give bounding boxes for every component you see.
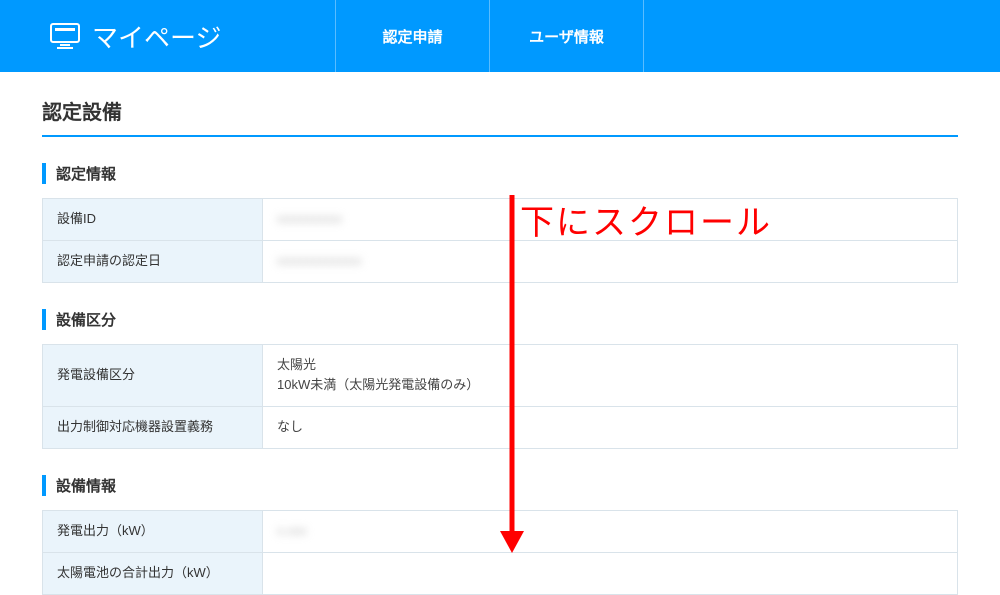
table-row: 出力制御対応機器設置義務 なし [43,407,958,449]
row-label: 設備ID [43,199,263,241]
cert-info-table: 設備ID xxxxxxxxxx 認定申請の認定日 xxxxxxxxxxxxx [42,198,958,283]
nav-label: ユーザ情報 [529,26,604,47]
page-title: 認定設備 [42,96,958,137]
row-label: 太陽電池の合計出力（kW） [43,552,263,594]
nav-cert-application[interactable]: 認定申請 [336,0,490,72]
brand: マイページ [0,0,336,72]
row-value: xxxxxxxxxxxxx [263,240,958,282]
row-value: xxxxxxxxxx [263,199,958,241]
row-label: 認定申請の認定日 [43,240,263,282]
table-row: 設備ID xxxxxxxxxx [43,199,958,241]
section-title: 設備情報 [42,475,958,496]
app-header: マイページ 認定申請 ユーザ情報 [0,0,1000,72]
nav-label: 認定申請 [382,26,442,47]
row-label: 発電出力（kW） [43,510,263,552]
section-cert-info: 認定情報 設備ID xxxxxxxxxx 認定申請の認定日 xxxxxxxxxx… [42,163,958,283]
row-label: 発電設備区分 [43,344,263,407]
row-value: x.xxx [263,510,958,552]
section-title: 設備区分 [42,309,958,330]
monitor-icon [50,23,80,49]
table-row: 発電出力（kW） x.xxx [43,510,958,552]
row-label: 出力制御対応機器設置義務 [43,407,263,449]
nav-user-info[interactable]: ユーザ情報 [490,0,644,72]
equip-info-table: 発電出力（kW） x.xxx 太陽電池の合計出力（kW） [42,510,958,595]
table-row: 発電設備区分 太陽光 10kW未満（太陽光発電設備のみ） [43,344,958,407]
row-value: なし [263,407,958,449]
table-row: 太陽電池の合計出力（kW） [43,552,958,594]
section-title: 認定情報 [42,163,958,184]
table-row: 認定申請の認定日 xxxxxxxxxxxxx [43,240,958,282]
main-content: 認定設備 認定情報 設備ID xxxxxxxxxx 認定申請の認定日 xxxxx… [0,72,1000,595]
row-value: 太陽光 10kW未満（太陽光発電設備のみ） [263,344,958,407]
brand-text: マイページ [92,18,221,55]
equip-class-table: 発電設備区分 太陽光 10kW未満（太陽光発電設備のみ） 出力制御対応機器設置義… [42,344,958,449]
section-equip-class: 設備区分 発電設備区分 太陽光 10kW未満（太陽光発電設備のみ） 出力制御対応… [42,309,958,449]
row-value [263,552,958,594]
section-equip-info: 設備情報 発電出力（kW） x.xxx 太陽電池の合計出力（kW） [42,475,958,595]
